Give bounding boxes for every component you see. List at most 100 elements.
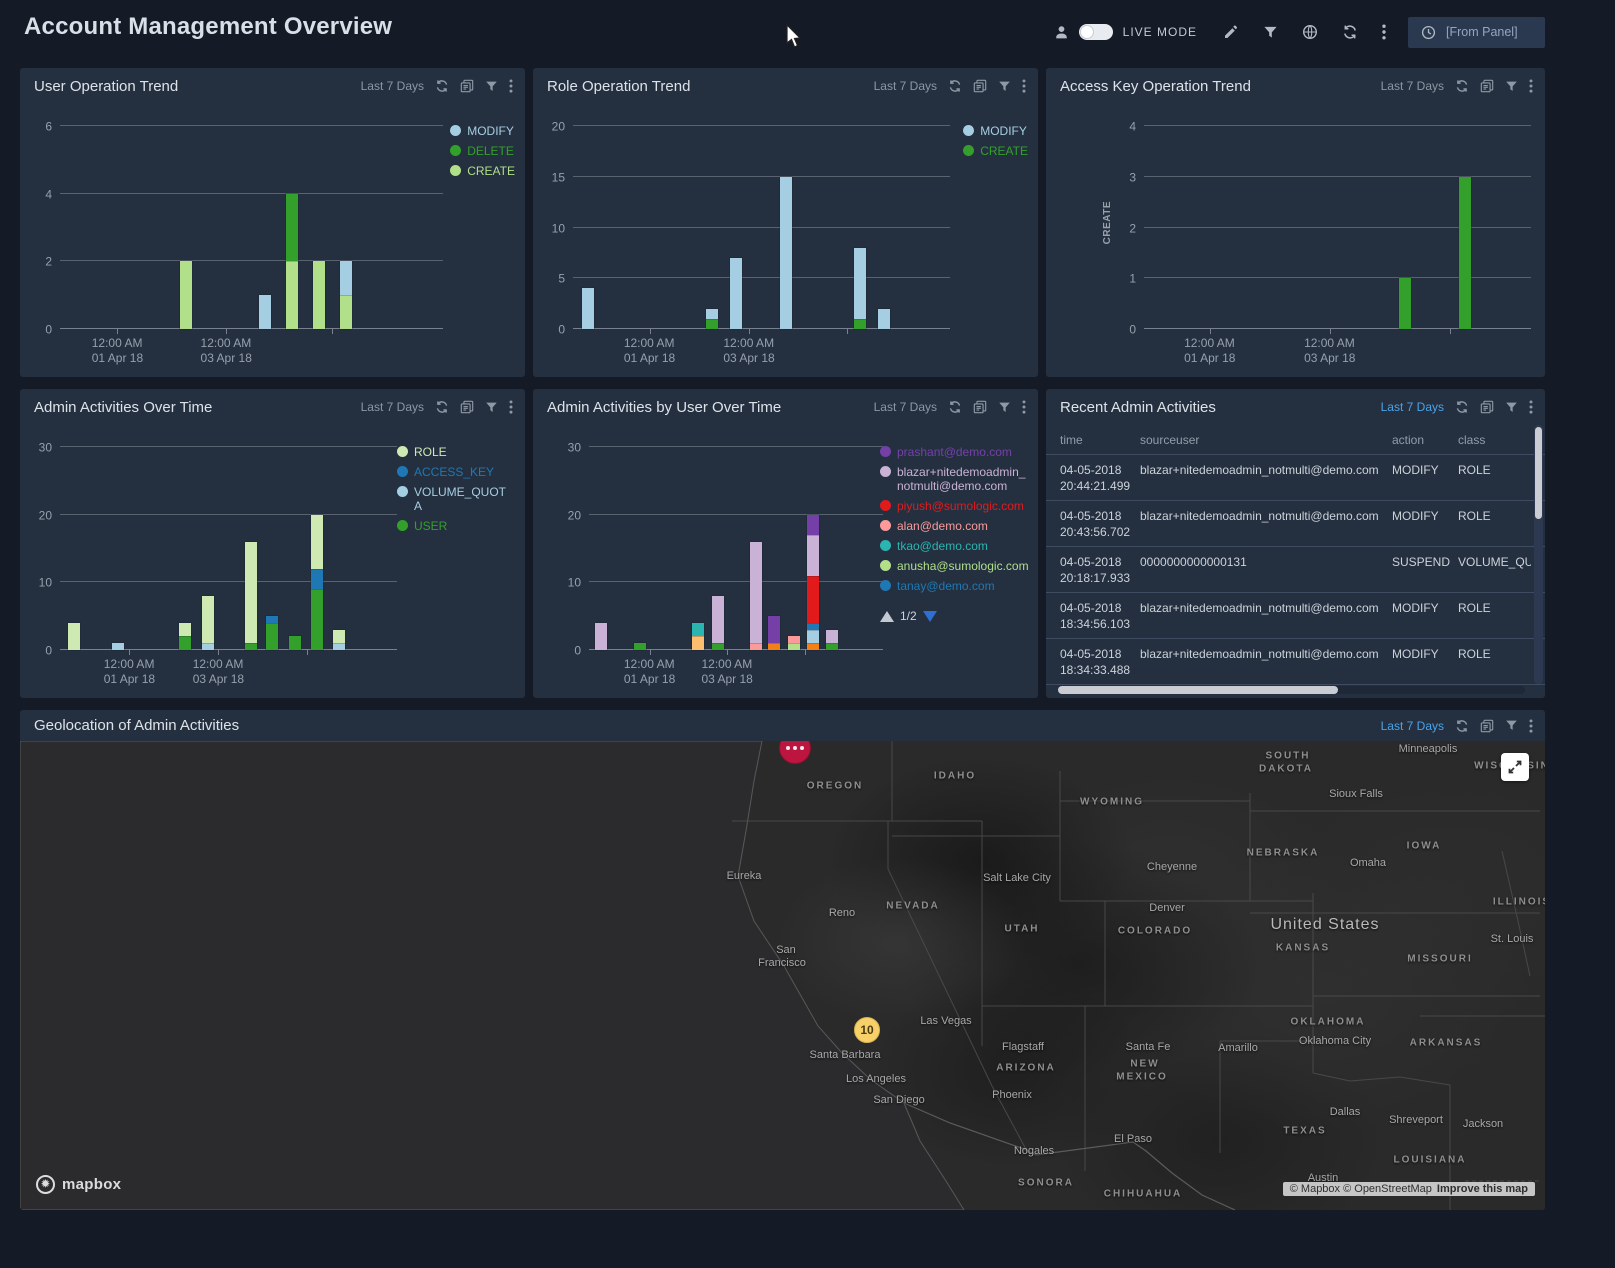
plot-area: 0123412:00 AM01 Apr 1812:00 AM03 Apr 18C… bbox=[1144, 126, 1531, 329]
legend-item[interactable]: tanay@demo.com bbox=[880, 579, 1030, 593]
filter-icon[interactable] bbox=[998, 401, 1011, 414]
refresh-icon[interactable] bbox=[1455, 719, 1469, 733]
refresh-icon[interactable] bbox=[1342, 24, 1358, 40]
filter-icon[interactable] bbox=[1505, 80, 1518, 93]
bar-segment bbox=[333, 643, 345, 650]
plot-area: 0510152012:00 AM01 Apr 1812:00 AM03 Apr … bbox=[573, 126, 950, 329]
kebab-menu-icon[interactable] bbox=[509, 79, 513, 93]
refresh-icon[interactable] bbox=[948, 400, 962, 414]
refresh-icon[interactable] bbox=[1455, 79, 1469, 93]
legend-item[interactable]: alan@demo.com bbox=[880, 519, 1030, 533]
filter-icon[interactable] bbox=[485, 401, 498, 414]
legend-item[interactable]: blazar+nitedemoadmin_notmulti@demo.com bbox=[880, 465, 1030, 493]
map-cluster-marker[interactable]: 10 bbox=[854, 1017, 880, 1043]
legend-item[interactable]: DELETE bbox=[450, 144, 515, 158]
attribution-text[interactable]: © Mapbox © OpenStreetMap bbox=[1290, 1183, 1432, 1195]
legend-item[interactable]: ACCESS_KEY bbox=[397, 465, 513, 479]
bar-segment bbox=[179, 636, 191, 650]
panel-time-range-link[interactable]: Last 7 Days bbox=[1381, 400, 1444, 414]
copy-icon[interactable] bbox=[1480, 400, 1494, 414]
kebab-menu-icon[interactable] bbox=[1382, 24, 1386, 40]
table-row[interactable]: 04-05-201818:34:33.488blazar+nitedemoadm… bbox=[1046, 639, 1545, 685]
refresh-icon[interactable] bbox=[1455, 400, 1469, 414]
legend-dot bbox=[880, 446, 891, 457]
refresh-icon[interactable] bbox=[948, 79, 962, 93]
copy-icon[interactable] bbox=[1480, 719, 1494, 733]
legend-item[interactable]: MODIFY bbox=[450, 124, 515, 138]
x-axis-tick bbox=[727, 650, 728, 655]
kebab-menu-icon[interactable] bbox=[1529, 79, 1533, 93]
legend-item[interactable]: tkao@demo.com bbox=[880, 539, 1030, 553]
x-axis-tick bbox=[332, 329, 333, 334]
legend-item[interactable]: ROLE bbox=[397, 445, 513, 459]
table-row[interactable]: 04-05-201820:44:21.499blazar+nitedemoadm… bbox=[1046, 455, 1545, 501]
map-label-state: NEW bbox=[1130, 1059, 1159, 1070]
y-axis-tick-label: 0 bbox=[1106, 323, 1136, 337]
table-column-header[interactable]: time bbox=[1060, 433, 1140, 447]
refresh-icon[interactable] bbox=[435, 79, 449, 93]
vertical-scrollbar[interactable] bbox=[1534, 425, 1543, 684]
scrollbar-thumb[interactable] bbox=[1535, 427, 1542, 519]
x-axis-tick bbox=[805, 650, 806, 655]
table-row[interactable]: 04-05-201820:43:56.702blazar+nitedemoadm… bbox=[1046, 501, 1545, 547]
map-label-state: NEVADA bbox=[886, 901, 939, 912]
bar-segment bbox=[266, 623, 278, 650]
legend-item[interactable]: piyush@sumologic.com bbox=[880, 499, 1030, 513]
table-column-header[interactable]: sourceuser bbox=[1140, 433, 1392, 447]
copy-icon[interactable] bbox=[973, 79, 987, 93]
copy-icon[interactable] bbox=[460, 400, 474, 414]
bar-segment bbox=[1399, 278, 1411, 329]
filter-icon[interactable] bbox=[1263, 25, 1278, 40]
improve-map-link[interactable]: Improve this map bbox=[1437, 1183, 1528, 1195]
live-mode-toggle[interactable] bbox=[1079, 24, 1113, 40]
table-row[interactable]: 04-05-201818:34:56.103blazar+nitedemoadm… bbox=[1046, 593, 1545, 639]
gridline bbox=[60, 446, 397, 447]
panel-time-range-link[interactable]: Last 7 Days bbox=[1381, 719, 1444, 733]
mapbox-logo[interactable]: ✹ mapbox bbox=[36, 1175, 121, 1194]
kebab-menu-icon[interactable] bbox=[1022, 400, 1026, 414]
kebab-menu-icon[interactable] bbox=[1529, 719, 1533, 733]
edit-pencil-icon[interactable] bbox=[1223, 24, 1239, 40]
legend-page-up-icon[interactable] bbox=[880, 611, 894, 622]
kebab-menu-icon[interactable] bbox=[509, 400, 513, 414]
legend-item[interactable]: CREATE bbox=[450, 164, 515, 178]
kebab-menu-icon[interactable] bbox=[1529, 400, 1533, 414]
filter-icon[interactable] bbox=[1505, 719, 1518, 732]
panel-title: Admin Activities by User Over Time bbox=[547, 399, 874, 416]
table-column-header[interactable]: action bbox=[1392, 433, 1458, 447]
legend-item[interactable]: CREATE bbox=[963, 144, 1028, 158]
table-column-header[interactable]: class bbox=[1458, 433, 1531, 447]
legend-item[interactable]: VOLUME_QUOTA bbox=[397, 485, 513, 513]
time-range-selector[interactable]: [From Panel] bbox=[1408, 17, 1545, 48]
copy-icon[interactable] bbox=[1480, 79, 1494, 93]
map-label-city: Nogales bbox=[1014, 1145, 1054, 1157]
fullscreen-button[interactable] bbox=[1501, 753, 1529, 781]
map-borders bbox=[20, 741, 1545, 1210]
filter-icon[interactable] bbox=[1505, 401, 1518, 414]
legend-item[interactable]: prashant@demo.com bbox=[880, 445, 1030, 459]
legend-item[interactable]: USER bbox=[397, 519, 513, 533]
bar-segment bbox=[706, 319, 718, 329]
legend-item[interactable]: anusha@sumologic.com bbox=[880, 559, 1030, 573]
copy-icon[interactable] bbox=[973, 400, 987, 414]
panel-header: Admin Activities Over Time Last 7 Days bbox=[20, 389, 525, 425]
filter-icon[interactable] bbox=[998, 80, 1011, 93]
copy-icon[interactable] bbox=[460, 79, 474, 93]
panel-header: User Operation Trend Last 7 Days bbox=[20, 68, 525, 104]
map[interactable]: MinneapolisSOUTHDAKOTAWISCONSINSioux Fal… bbox=[20, 741, 1545, 1210]
filter-icon[interactable] bbox=[485, 80, 498, 93]
cell-sourceuser: blazar+nitedemoadmin_notmulti@demo.com bbox=[1140, 508, 1392, 539]
panel-recent-admin-activities: Recent Admin Activities Last 7 Days time… bbox=[1046, 389, 1545, 698]
kebab-menu-icon[interactable] bbox=[1022, 79, 1026, 93]
refresh-icon[interactable] bbox=[435, 400, 449, 414]
map-label-city: Reno bbox=[829, 907, 855, 919]
legend-page-down-icon[interactable] bbox=[923, 611, 937, 622]
scrollbar-thumb[interactable] bbox=[1058, 686, 1338, 694]
globe-icon[interactable] bbox=[1302, 24, 1318, 40]
table-row[interactable]: 04-05-201820:18:17.9330000000000000131SU… bbox=[1046, 547, 1545, 593]
horizontal-scrollbar[interactable] bbox=[1058, 686, 1525, 694]
panel-controls: Last 7 Days bbox=[874, 400, 1026, 414]
map-label-city: San bbox=[776, 944, 796, 956]
legend-item[interactable]: MODIFY bbox=[963, 124, 1028, 138]
bar-segment bbox=[692, 623, 704, 637]
